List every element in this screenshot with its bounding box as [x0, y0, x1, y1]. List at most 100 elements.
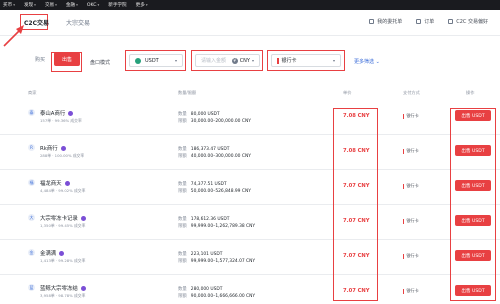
- limit-value: 99,999.00–1,262,789.38 CNY: [190, 224, 256, 229]
- nav-label: OKC: [86, 2, 97, 8]
- nav-buy-crypto[interactable]: 买币 ▾: [3, 2, 15, 8]
- advertiser-name-text: Rk商行: [40, 146, 58, 152]
- amount-input[interactable]: 请输入金额 ¥ CNY ▾: [195, 54, 260, 67]
- chevron-down-icon: ▾: [174, 58, 177, 63]
- advertiser-name[interactable]: Rk商行: [40, 144, 66, 152]
- bank-card-icon: [403, 218, 405, 224]
- chevron-down-icon: ▾: [332, 58, 335, 63]
- advertiser-name-text: 蓝鲸大宗零冻结: [40, 286, 78, 292]
- limit: 限额 99,999.00–1,262,789.38 CNY: [178, 223, 255, 229]
- nav-academy[interactable]: 新手学院: [108, 2, 126, 8]
- limit: 限额 30,000.00–200,000.00 CNY: [178, 118, 251, 124]
- limit-label: 限额: [178, 189, 187, 194]
- limit-label: 限额: [178, 259, 187, 264]
- tab-block-trade[interactable]: 大宗交易: [66, 18, 90, 27]
- sell-tab[interactable]: 出售: [54, 52, 80, 66]
- payment-text: 银行卡: [406, 218, 419, 223]
- qty-value: 74,377.51 USDT: [190, 182, 227, 187]
- table-header: 商家 数量/限额 单价 支付方式 操作: [0, 88, 500, 98]
- qty-label: 数量: [178, 147, 187, 152]
- coin-select[interactable]: USDT ▾: [129, 54, 183, 67]
- sub-nav: C2C交易 大宗交易 我的委托单 订单 C2C 交易偏好: [0, 10, 500, 36]
- limit: 限额 99,999.00–1,577,324.07 CNY: [178, 258, 255, 264]
- highlight-box: [450, 108, 496, 301]
- link-label: 我的委托单: [377, 19, 403, 25]
- chevron-down-icon: ▾: [13, 3, 15, 7]
- nav-label: 发现: [23, 3, 34, 8]
- payment-text: 银行卡: [406, 253, 419, 258]
- qty-value: 178,612.36 USDT: [190, 217, 230, 222]
- quantity: 数量 80,000 USDT: [178, 111, 220, 117]
- order-book-mode-toggle[interactable]: 盘口模式: [90, 59, 110, 66]
- chevron-down-icon: ⌄: [375, 59, 380, 65]
- c2c-settings-link[interactable]: C2C 交易偏好: [448, 18, 488, 25]
- advertiser-name-text: 大宗零冻卡记录: [40, 216, 78, 222]
- qty-value: 280,000 USDT: [190, 287, 223, 292]
- advertiser-name-text: 金满满: [40, 251, 57, 257]
- nav-more[interactable]: 更多 ▾: [136, 2, 148, 8]
- payment-method: 银行卡: [403, 288, 419, 294]
- payment-value: 银行卡: [281, 58, 297, 64]
- payment-method-select[interactable]: 银行卡 ▾: [271, 54, 341, 67]
- advertiser-stats: 288单 · 100.00% 成交率: [40, 153, 85, 158]
- table-row: R Rk商行 288单 · 100.00% 成交率 数量 186,373.47 U…: [0, 135, 500, 170]
- more-filters-link[interactable]: 更多筛选 ⌄: [354, 58, 380, 65]
- avatar: R: [28, 144, 35, 151]
- payment-text: 银行卡: [406, 113, 419, 118]
- limit-value: 40,000.00–300,000.00 CNY: [190, 154, 251, 159]
- advertiser-stats: 1,413单 · 99.28% 成交率: [40, 258, 86, 263]
- advertiser-name[interactable]: 大宗零冻卡记录: [40, 214, 86, 222]
- advertiser-name-text: 泰山A商行: [40, 111, 66, 117]
- avatar: 蓝: [28, 284, 35, 291]
- my-orders-link[interactable]: 我的委托单: [369, 18, 402, 25]
- advertiser-name[interactable]: 蓝鲸大宗零冻结: [40, 284, 86, 292]
- advertiser-name[interactable]: 福龙商天: [40, 179, 70, 187]
- qty-label: 数量: [178, 217, 187, 222]
- verified-badge-icon: [60, 145, 66, 151]
- limit: 限额 90,000.00–1,666,666.00 CNY: [178, 293, 255, 299]
- top-nav-bar: 买币 ▾ 发现 ▾ 交易 ▾ 金融 ▾ OKC ▾ 新手学院 更多 ▾: [0, 0, 500, 10]
- currency-select[interactable]: ¥ CNY ▾: [231, 57, 254, 64]
- table-row: 福 福龙商天 4,484单 · 99.02% 成交率 数量 74,377.51 U…: [0, 170, 500, 205]
- limit-label: 限额: [178, 294, 187, 299]
- qty-label: 数量: [178, 112, 187, 117]
- nav-label: 金融: [65, 3, 76, 8]
- document-icon: [369, 19, 375, 24]
- payment-text: 银行卡: [406, 288, 419, 293]
- qty-value: 223,101 USDT: [190, 252, 223, 257]
- avatar: 大: [28, 214, 35, 221]
- limit-value: 50,000.00–526,848.99 CNY: [190, 189, 251, 194]
- nav-finance[interactable]: 金融 ▾: [66, 2, 78, 8]
- currency-value: CNY: [239, 57, 250, 64]
- quantity: 数量 280,000 USDT: [178, 286, 222, 292]
- nav-okc[interactable]: OKC ▾: [87, 3, 99, 8]
- chevron-down-icon: ▾: [34, 3, 36, 7]
- advertiser-name[interactable]: 泰山A商行: [40, 109, 74, 117]
- header-price: 单价: [343, 90, 352, 95]
- quantity: 数量 223,101 USDT: [178, 251, 222, 257]
- table-row: 大 大宗零冻卡记录 1,350单 · 99.45% 成交率 数量 178,612.…: [0, 205, 500, 240]
- limit-value: 90,000.00–1,666,666.00 CNY: [190, 294, 256, 299]
- buy-tab[interactable]: 购买: [26, 52, 54, 66]
- orders-link[interactable]: 订单: [416, 18, 434, 25]
- advertiser-name[interactable]: 金满满: [40, 249, 65, 257]
- limit-value: 99,999.00–1,577,324.07 CNY: [190, 259, 256, 264]
- bank-card-icon: [403, 288, 405, 294]
- bank-card-icon: [403, 253, 405, 259]
- payment-method: 银行卡: [403, 183, 419, 189]
- filter-bar: 购买 出售 盘口模式 USDT ▾ 请输入金额 ¥ CNY ▾ 银行卡 ▾ 更多…: [0, 46, 500, 76]
- verified-badge-icon: [64, 180, 70, 186]
- quantity: 数量 178,612.36 USDT: [178, 216, 229, 222]
- table-row: 金 金满满 1,413单 · 99.28% 成交率 数量 223,101 USDT…: [0, 240, 500, 275]
- verified-badge-icon: [68, 110, 74, 116]
- link-label: 订单: [424, 19, 435, 25]
- nav-label: 更多: [135, 3, 145, 8]
- amount-placeholder: 请输入金额: [201, 58, 227, 64]
- header-qty-limit: 数量/限额: [178, 90, 197, 95]
- header-payment: 支付方式: [403, 90, 420, 95]
- nav-discover[interactable]: 发现 ▾: [24, 2, 36, 8]
- payment-method: 银行卡: [403, 113, 419, 119]
- advertiser-stats: 1,350单 · 99.45% 成交率: [40, 223, 86, 228]
- limit: 限额 50,000.00–526,848.99 CNY: [178, 188, 251, 194]
- nav-trade[interactable]: 交易 ▾: [45, 2, 57, 8]
